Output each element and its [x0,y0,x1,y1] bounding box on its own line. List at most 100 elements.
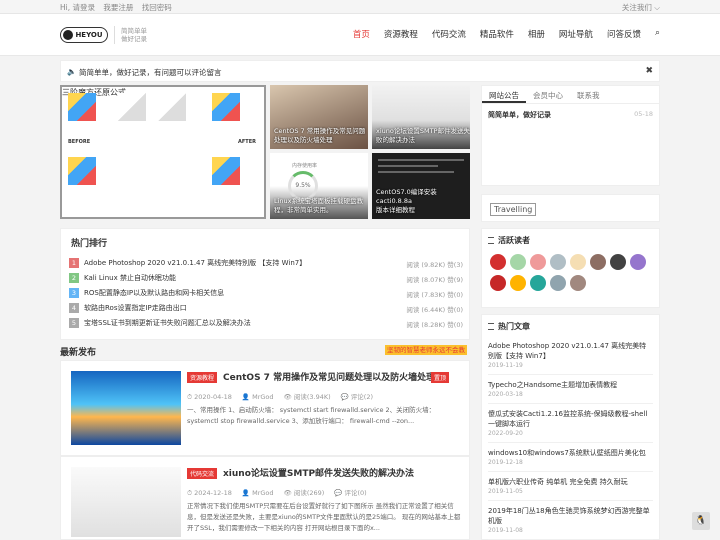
tile-centos[interactable]: CentOS 7 常用操作及常见问题 处理以及防火墙处理 [270,85,368,149]
slogan-line-2: 做好记录 [121,35,147,43]
top-bar: Hi, 请登录 我要注册 找回密码 关注我们 ⌵ [0,0,720,14]
speaker-icon: 🔈 [67,67,77,76]
post-thumbnail[interactable] [71,467,181,537]
tab-member[interactable]: 会员中心 [526,86,570,103]
tile-rubiks[interactable]: BEFORE AFTER 三阶魔方还原公式 [60,85,266,219]
nav-code[interactable]: 代码交流 [432,28,466,40]
article-title[interactable]: 傻瓜式安装Cacti1.2.16监控系统-保姆级教程-shell一键脚本运行 [488,409,653,429]
article-date: 2019-11-19 [488,362,523,369]
memory-label: 内存使用率 [292,163,318,169]
avatar[interactable] [490,254,506,270]
register-link[interactable]: 我要注册 [103,3,133,12]
rank-number: 4 [69,303,79,313]
nav-home[interactable]: 首页 [353,28,370,40]
rank-number: 2 [69,273,79,283]
avatar[interactable] [590,254,606,270]
rank-row[interactable]: 5 宝塔SSL证书到期更新证书失败问题汇总以及解决办法 阅读 (8.28K) 赞(0… [69,318,463,330]
article-date: 2019-11-08 [488,527,523,534]
list-item[interactable]: Adobe Photoshop 2020 v21.0.1.47 离线完美特别版【… [488,336,653,375]
tile-caption: CentOS 7 常用操作及常见问题 处理以及防火墙处理 [274,127,366,144]
article-title[interactable]: 单机版六职业传奇 纯单机 完全免费 持久耐玩 [488,477,653,487]
avatar[interactable] [570,275,586,291]
cube-image [212,93,240,121]
nav-album[interactable]: 相册 [528,28,545,40]
avatar[interactable] [610,254,626,270]
rank-row[interactable]: 1 Adobe Photoshop 2020 v21.0.1.47 离线完美特别版… [69,258,463,270]
avatar[interactable] [570,254,586,270]
post-title[interactable]: xiuno论坛设置SMTP邮件发送失败的解决办法 [223,466,414,479]
search-icon[interactable]: ⌕ [655,28,660,40]
rank-row[interactable]: 4 软路由Ros设置指定IP走路由出口 阅读 (6.44K) 赞(0) [69,303,463,315]
avatar[interactable] [530,275,546,291]
tab-notice[interactable]: 网站公告 [482,86,526,103]
nav-links[interactable]: 网址导航 [559,28,593,40]
article-title[interactable]: Adobe Photoshop 2020 v21.0.1.47 离线完美特别版【… [488,341,653,361]
article-title[interactable]: windows10和windows7系统默认壁纸图片美化包 [488,448,653,458]
tile-xiuno[interactable]: xiuno论坛设置SMTP邮件发送失 败的解决办法 [372,85,470,149]
rank-title[interactable]: 软路由Ros设置指定IP走路由出口 [84,304,187,312]
avatar[interactable] [530,254,546,270]
tile-cacti[interactable]: CentOS7.0编译安装cacti0.8.8a 版本详细教程 [372,153,470,219]
category-badge[interactable]: 资源教程 [187,372,218,383]
post-author[interactable]: 👤 MrGod [242,489,274,497]
avatar[interactable] [510,275,526,291]
hot-articles-box: 热门文章 Adobe Photoshop 2020 v21.0.1.47 离线完… [481,314,660,540]
rank-title[interactable]: ROS配置静态IP以及默认路由和网卡相关信息 [84,289,224,297]
site-logo[interactable]: HEYOU 简简单单 做好记录 [60,26,147,44]
avatar[interactable] [550,275,566,291]
rank-title[interactable]: Adobe Photoshop 2020 v21.0.1.47 离线完美特别版 … [84,259,306,267]
cube-image [68,93,96,121]
list-item[interactable]: 单机版六职业传奇 纯单机 完全免费 持久耐玩 2019-11-05 [488,472,653,501]
list-item[interactable]: 傻瓜式安装Cacti1.2.16监控系统-保姆级教程-shell一键脚本运行 20… [488,404,653,443]
sidebar-notice: 网站公告 会员中心 联系我 简简单单，做好记录 05-18 [481,85,660,186]
after-label: AFTER [238,139,256,145]
tab-contact[interactable]: 联系我 [570,86,607,103]
main-nav: 首页 资源教程 代码交流 精品软件 相册 网址导航 问答反馈 ⌕ [339,28,660,40]
post-title[interactable]: CentOS 7 常用操作及常见问题处理以及防火墙处理 [223,370,435,383]
rank-meta: 阅读 (8.07K) 赞(9) [406,276,463,284]
rank-title[interactable]: 宝塔SSL证书到期更新证书失败问题汇总以及解决办法 [84,319,251,327]
avatar[interactable] [550,254,566,270]
post-meta: ⏱ 2024-12-18 👤 MrGod 👁 阅读(269) 💬 评论(0) [187,487,377,498]
forgot-link[interactable]: 找回密码 [142,3,172,12]
chat-float-button[interactable]: 🐧 [692,512,710,530]
tile-caption: xiuno论坛设置SMTP邮件发送失 败的解决办法 [376,127,470,144]
post-card[interactable]: 代码交流 xiuno论坛设置SMTP邮件发送失败的解决办法 ⏱ 2024-12-… [60,456,470,540]
header: HEYOU 简简单单 做好记录 首页 资源教程 代码交流 精品软件 相册 网址导… [0,14,720,56]
avatar[interactable] [490,275,506,291]
cube-image [158,93,186,121]
list-item[interactable]: 2019年18门丛18角色生驰灵饰系统梦幻西游完整单机版 2019-11-08 [488,501,653,540]
notice-item[interactable]: 简简单单，做好记录 05-18 [482,110,659,126]
article-title[interactable]: Typecho之Handsome主题增加表情教程 [488,380,653,390]
list-item[interactable]: Typecho之Handsome主题增加表情教程 2020-03-18 [488,375,653,404]
post-comments[interactable]: 💬 评论(2) [341,393,373,401]
cube-image [212,157,240,185]
latest-title: 最新发布 [60,348,97,358]
sidebar-tabs: 网站公告 会员中心 联系我 [482,86,659,104]
article-title[interactable]: 2019年18门丛18角色生驰灵饰系统梦幻西游完整单机版 [488,506,653,526]
follow-link[interactable]: 关注我们 ⌵ [622,2,660,13]
avatar[interactable] [630,254,646,270]
login-link[interactable]: Hi, 请登录 [60,3,95,12]
nav-software[interactable]: 精品软件 [480,28,514,40]
post-thumbnail[interactable] [71,371,181,445]
list-item[interactable]: windows10和windows7系统默认壁纸图片美化包 2019-12-18 [488,443,653,472]
category-badge[interactable]: 代码交流 [187,468,218,479]
tile-linux[interactable]: 内存使用率 9.5% Linux系统宝塔面板挂载硬盘教 程，非常简单实用。 [270,153,368,219]
article-date: 2022-09-20 [488,430,523,437]
post-author[interactable]: 👤 MrGod [242,393,274,401]
terminal-line [378,165,438,167]
close-icon[interactable]: ✖ [645,66,653,76]
terminal-line [378,171,454,173]
rank-title[interactable]: Kali Linux 禁止自动休眠功能 [84,274,176,282]
nav-tutorials[interactable]: 资源教程 [384,28,418,40]
post-card[interactable]: 资源教程 CentOS 7 常用操作及常见问题处理以及防火墙处理 置顶 ⏱ 20… [60,360,470,456]
rank-row[interactable]: 2 Kali Linux 禁止自动休眠功能 阅读 (8.07K) 赞(9) [69,273,463,285]
hot-articles-title: 热门文章 [482,315,659,332]
nav-qa[interactable]: 问答反馈 [607,28,641,40]
travelling-badge[interactable]: Travelling [490,203,537,216]
post-comments[interactable]: 💬 评论(0) [334,489,366,497]
rank-row[interactable]: 3 ROS配置静态IP以及默认路由和网卡相关信息 阅读 (7.83K) 赞(0) [69,288,463,300]
avatar[interactable] [510,254,526,270]
article-date: 2019-11-05 [488,488,523,495]
